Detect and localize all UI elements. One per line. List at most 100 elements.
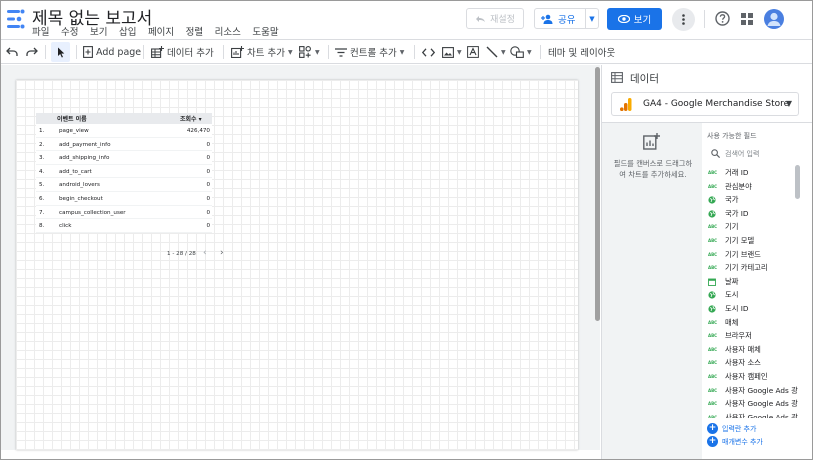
add-page-button[interactable]: Add page — [83, 40, 141, 64]
header: 제목 없는 보고서 파일 수정 보기 삽입 페이지 정렬 리소스 도움말 재설정… — [1, 1, 812, 39]
data-panel-title: 데이터 — [630, 73, 659, 85]
menu-file[interactable]: 파일 — [32, 24, 49, 38]
field-item[interactable]: 도시 — [708, 288, 798, 302]
help-icon[interactable] — [715, 11, 730, 26]
community-visualizations-button[interactable]: ▼ — [299, 40, 320, 64]
redo-icon — [26, 47, 38, 56]
reset-button[interactable]: 재설정 — [466, 8, 524, 29]
table-row: 5. android_lovers 0 — [36, 178, 212, 192]
table-row: 3. add_shipping_info 0 — [36, 151, 212, 165]
field-item[interactable]: ABC 기기 브랜드 — [708, 248, 798, 262]
more-options-button[interactable] — [672, 8, 695, 31]
redo-button[interactable] — [26, 40, 38, 64]
avatar[interactable] — [764, 9, 784, 29]
chevron-down-icon: ▼ — [457, 48, 462, 56]
table-row: 4. add_to_cart 0 — [36, 165, 212, 179]
chevron-down-icon[interactable]: ▼ — [586, 15, 598, 23]
field-label: 국가 ID — [725, 208, 749, 218]
field-item[interactable]: 도시 ID — [708, 302, 798, 316]
menu-help[interactable]: 도움말 — [252, 24, 278, 38]
add-control-label: 컨트롤 추가 — [350, 48, 397, 59]
chevron-down-icon: ▼ — [287, 48, 293, 56]
table-row: 2. add_payment_info 0 — [36, 138, 212, 152]
field-label: 기기 모델 — [725, 235, 755, 245]
report-page[interactable]: 이벤트 이름 조회수 ▾ 1. page_view 426,470 2. add_pa… — [16, 80, 578, 450]
add-chart-icon — [231, 46, 244, 58]
column-header-event-name[interactable]: 이벤트 이름 — [57, 114, 87, 123]
eye-icon — [617, 15, 630, 23]
image-icon — [442, 46, 454, 58]
field-label: 사용자 Google Ads 광... — [725, 412, 798, 418]
embed-url-button[interactable] — [422, 40, 435, 64]
code-icon — [422, 47, 435, 57]
view-button[interactable]: 보기 — [607, 8, 662, 30]
image-button[interactable]: ▼ — [442, 40, 462, 64]
row-index: 4. — [39, 168, 45, 175]
data-source-select[interactable]: GA4 - Google Merchandise Store ▼ — [611, 92, 799, 116]
field-item[interactable]: ABC 브라우저 — [708, 329, 798, 343]
field-item[interactable]: ABC 사용자 Google Ads 광... — [708, 397, 798, 411]
canvas-vertical-scrollbar[interactable] — [595, 67, 600, 321]
field-item[interactable]: 국가 — [708, 193, 798, 207]
apps-grid-icon[interactable] — [741, 13, 753, 25]
field-item[interactable]: ABC 사용자 매체 — [708, 343, 798, 357]
row-views: 0 — [206, 223, 210, 230]
add-chart-button[interactable]: 차트 추가 ▼ — [231, 40, 293, 64]
field-item[interactable]: ABC 거래 ID — [708, 166, 798, 180]
field-item[interactable]: ABC 기기 모델 — [708, 234, 798, 248]
menu-arrange[interactable]: 정렬 — [186, 24, 203, 38]
field-item[interactable]: ABC 기기 — [708, 220, 798, 234]
field-item[interactable]: ABC 기기 카테고리 — [708, 261, 798, 275]
row-views: 426,470 — [186, 128, 210, 134]
text-type-icon: ABC — [708, 333, 718, 339]
share-main[interactable]: 공유 — [535, 9, 586, 28]
field-label: 사용자 캠페인 — [725, 371, 768, 381]
add-data-button[interactable]: 데이터 추가 — [151, 40, 214, 64]
field-item[interactable]: ABC 사용자 소스 — [708, 356, 798, 370]
more-vert-icon — [682, 14, 685, 25]
field-item[interactable]: ABC 사용자 Google Ads 광... — [708, 384, 798, 398]
add-control-button[interactable]: 컨트롤 추가 ▼ — [335, 40, 404, 64]
add-field-button[interactable]: + 입력란 추가 — [707, 423, 756, 434]
row-index: 8. — [39, 223, 45, 230]
menu-view[interactable]: 보기 — [90, 24, 107, 38]
menu-page[interactable]: 페이지 — [148, 24, 174, 38]
text-button[interactable] — [467, 40, 479, 64]
filter-icon — [335, 47, 347, 57]
column-header-views[interactable]: 조회수 ▾ — [180, 114, 202, 123]
chevron-down-icon: ▼ — [501, 48, 506, 56]
field-item[interactable]: ABC 매체 — [708, 316, 798, 330]
add-data-label: 데이터 추가 — [167, 48, 214, 59]
looker-studio-logo[interactable] — [7, 9, 25, 29]
menu-resource[interactable]: 리소스 — [215, 24, 241, 38]
chevron-right-icon[interactable]: › — [220, 248, 224, 258]
add-parameter-button[interactable]: + 매개변수 추가 — [707, 436, 763, 447]
menu-insert[interactable]: 삽입 — [119, 24, 136, 38]
field-list-scrollbar[interactable] — [795, 165, 800, 199]
row-index: 5. — [39, 182, 45, 189]
field-item[interactable]: ABC 관심분야 — [708, 180, 798, 194]
field-search-input[interactable]: 검색어 입력 — [708, 147, 800, 160]
field-item[interactable]: ABC 사용자 Google Ads 광... — [708, 411, 798, 418]
line-button[interactable]: ▼ — [486, 40, 506, 64]
field-label: 도시 — [725, 290, 739, 300]
toolbar-divider — [76, 45, 77, 59]
community-viz-icon — [299, 46, 311, 58]
undo-button[interactable] — [6, 40, 18, 64]
row-index: 6. — [39, 195, 45, 202]
field-item[interactable]: 날짜 — [708, 275, 798, 289]
toolbar-divider — [143, 45, 144, 59]
theme-layout-label: 테마 및 레이아웃 — [548, 48, 616, 59]
field-item[interactable]: 국가 ID — [708, 207, 798, 221]
select-tool-button[interactable] — [51, 42, 70, 62]
menu-edit[interactable]: 수정 — [61, 24, 78, 38]
table-chart[interactable]: 이벤트 이름 조회수 ▾ 1. page_view 426,470 2. add_pa… — [36, 113, 224, 258]
shape-button[interactable]: ▼ — [510, 40, 532, 64]
field-item[interactable]: ABC 사용자 캠페인 — [708, 370, 798, 384]
share-button[interactable]: 공유 ▼ — [534, 8, 599, 29]
globe-icon — [708, 196, 717, 204]
theme-layout-button[interactable]: 테마 및 레이아웃 — [548, 40, 615, 64]
row-index: 7. — [39, 209, 45, 216]
text-type-icon: ABC — [708, 251, 718, 257]
chevron-left-icon[interactable]: ‹ — [203, 248, 207, 258]
